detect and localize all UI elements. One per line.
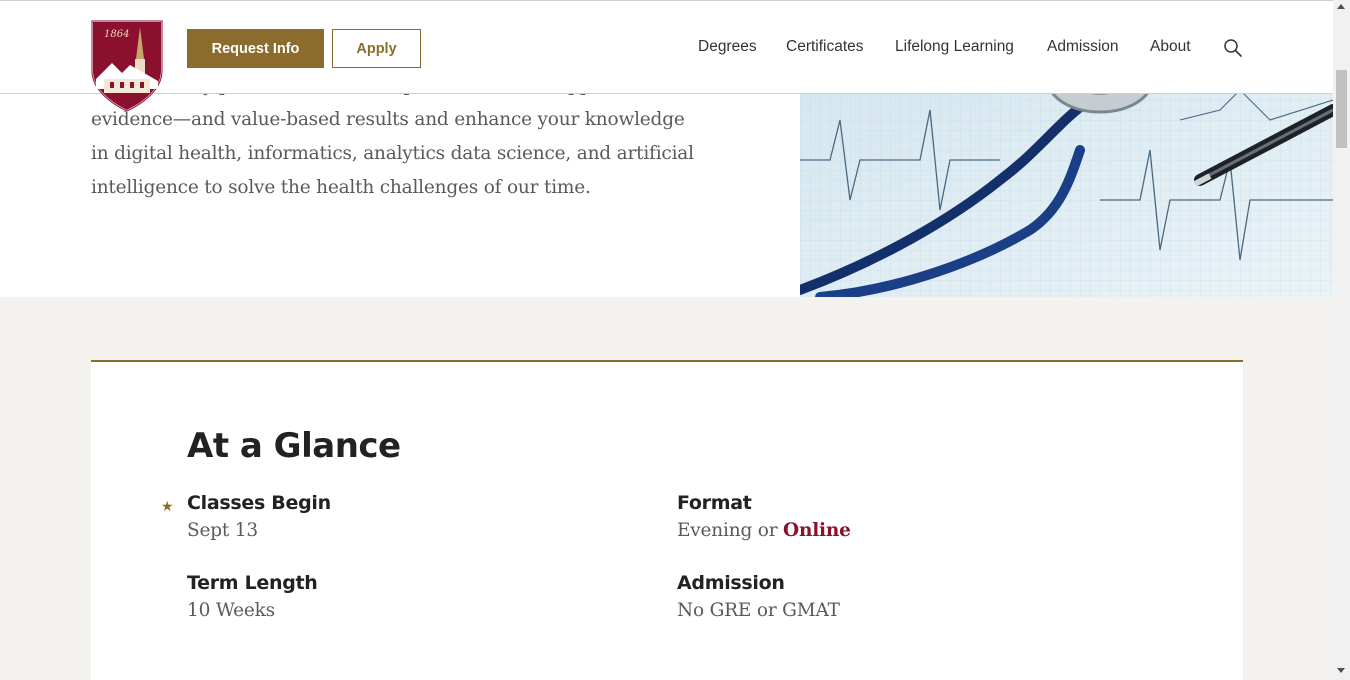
scroll-down-arrow-icon[interactable] xyxy=(1337,668,1345,673)
stethoscope-ecg-image xyxy=(800,60,1333,297)
at-a-glance-card: At a Glance ★ Classes Begin Sept 13 Term… xyxy=(91,360,1243,680)
admission-label: Admission xyxy=(677,572,785,594)
search-icon[interactable] xyxy=(1223,38,1243,58)
online-link[interactable]: Online xyxy=(783,520,851,541)
term-length-value: 10 Weeks xyxy=(187,600,275,621)
page-scrollbar[interactable] xyxy=(1333,0,1350,680)
scroll-up-arrow-icon[interactable] xyxy=(1337,4,1345,9)
classes-begin-label: Classes Begin xyxy=(187,492,331,514)
format-value-prefix: Evening or xyxy=(677,520,784,541)
request-info-button[interactable]: Request Info xyxy=(187,29,324,68)
nav-about[interactable]: About xyxy=(1150,38,1191,56)
star-icon: ★ xyxy=(161,498,174,514)
admission-value: No GRE or GMAT xyxy=(677,600,840,621)
format-label: Format xyxy=(677,492,752,514)
term-length-label: Term Length xyxy=(187,572,318,594)
intro-line: in digital health, informatics, analytic… xyxy=(91,143,694,164)
nav-admission[interactable]: Admission xyxy=(1047,38,1119,56)
nav-degrees[interactable]: Degrees xyxy=(698,38,757,56)
scroll-thumb[interactable] xyxy=(1336,70,1347,148)
university-shield-logo[interactable]: 1864 xyxy=(90,19,164,113)
classes-begin-value: Sept 13 xyxy=(187,520,258,541)
logo-year: 1864 xyxy=(104,29,129,40)
intro-line: evidence—and value-based results and enh… xyxy=(91,109,685,130)
apply-button[interactable]: Apply xyxy=(332,29,421,68)
nav-lifelong-learning[interactable]: Lifelong Learning xyxy=(895,38,1014,56)
glance-title: At a Glance xyxy=(187,426,401,466)
nav-certificates[interactable]: Certificates xyxy=(786,38,864,56)
format-value: Evening or Online xyxy=(677,520,851,541)
intro-line: intelligence to solve the health challen… xyxy=(91,177,591,198)
site-header: Request Info Apply Degrees Certificates … xyxy=(0,0,1333,94)
